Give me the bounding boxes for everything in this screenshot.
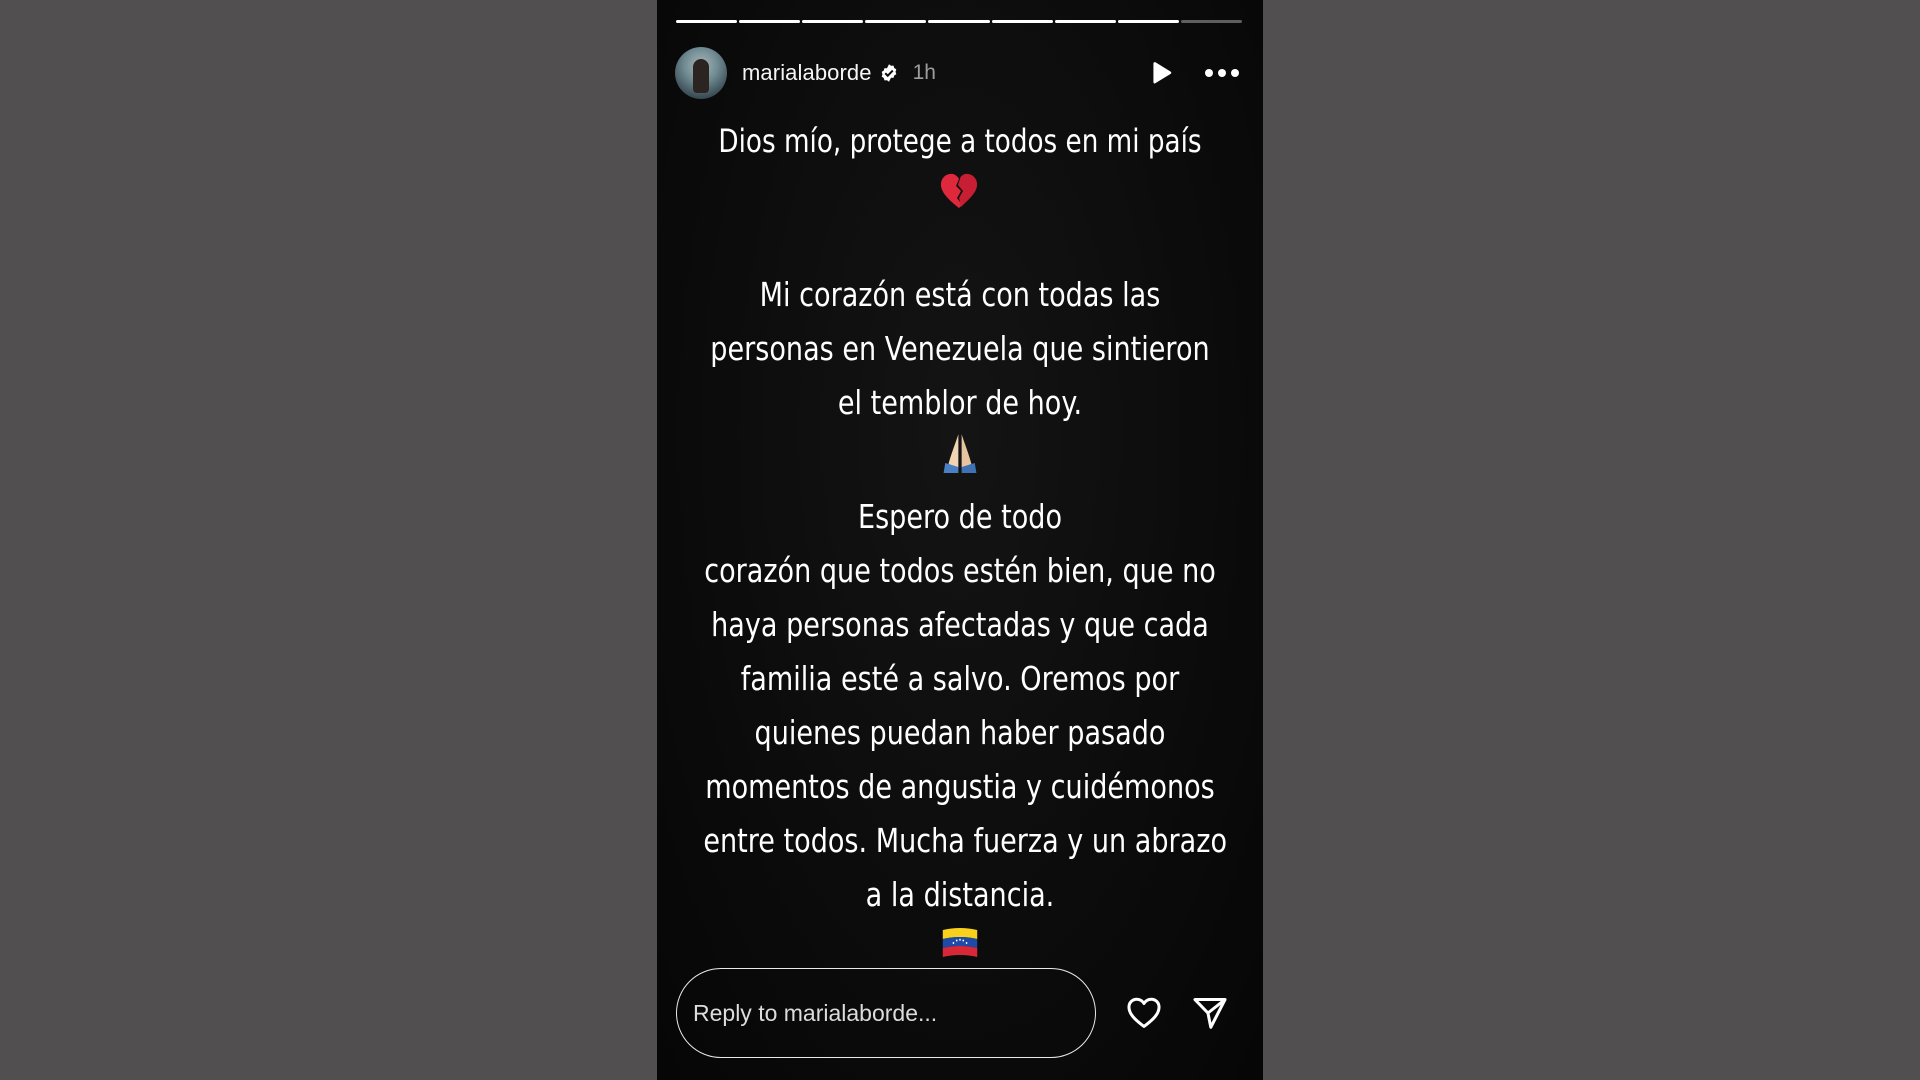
story-text-line: corazón que todos estén bien, que no [704,551,1216,590]
story-text-line-with-emoji: a la distancia. [703,868,1216,976]
username[interactable]: marialaborde [742,60,872,86]
progress-segment [865,20,927,23]
heart-icon [1127,997,1161,1028]
story-header: marialaborde 1h [675,45,1245,101]
progress-segment [676,20,738,23]
progress-segment [739,20,801,23]
story-text-line: quienes puedan haber pasado [754,713,1166,752]
story-text-line: Mi corazón está con todas las [759,275,1161,314]
progress-segment [991,20,1053,23]
progress-segment [802,20,864,23]
avatar[interactable] [675,47,727,99]
story-text-line: momentos de angustia y cuidémonos [705,767,1215,806]
verified-badge-icon [879,63,899,83]
story-text-line: haya personas afectadas y que cada [711,605,1209,644]
play-icon [1153,62,1172,84]
story-viewer[interactable]: marialaborde 1h Dios mío, protege a todo… [657,0,1263,1080]
story-body-text: Mi corazón está con todas las personas e… [703,268,1228,976]
like-button[interactable] [1124,993,1164,1033]
praying-hands-icon [703,430,1216,490]
story-text-line-with-emoji: el temblor de hoy. Espero de todo [703,376,1216,544]
send-icon [1193,998,1227,1029]
play-button[interactable] [1144,56,1178,90]
story-text-line1: Dios mío, protege a todos en mi país [718,122,1202,160]
more-options-button[interactable] [1203,56,1241,90]
post-time: 1h [912,61,936,84]
story-text-line: el temblor de hoy. [837,383,1083,422]
more-icon [1205,69,1239,77]
story-text-line: familia esté a salvo. Oremos por [740,659,1180,698]
progress-segment [928,20,990,23]
send-button[interactable] [1190,993,1230,1033]
story-progress-bar [676,20,1242,23]
progress-segment [1117,20,1179,23]
story-footer [676,968,1243,1058]
story-text-line: Espero de todo [857,497,1063,536]
broken-heart-icon [939,172,979,210]
reply-input[interactable] [693,999,1095,1027]
story-text-line: personas en Venezuela que sintieron [710,329,1210,368]
progress-segment [1054,20,1116,23]
story-text-line: entre todos. Mucha fuerza y un abrazo [703,821,1228,860]
story-text-line: a la distancia. [865,875,1055,914]
progress-segment [1180,20,1242,23]
reply-field[interactable] [676,968,1096,1058]
